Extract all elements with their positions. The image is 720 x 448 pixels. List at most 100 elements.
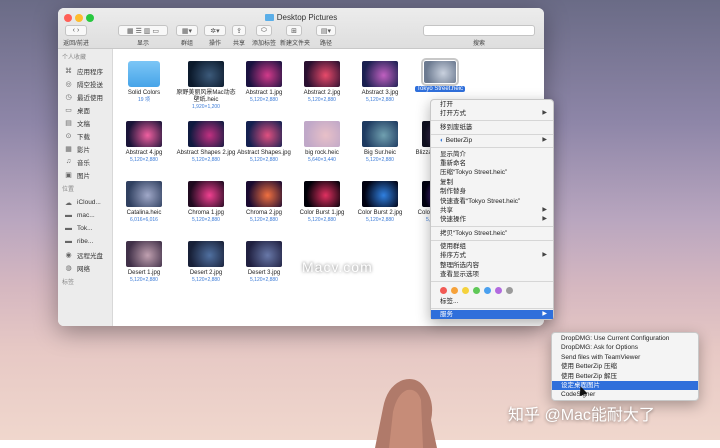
- sidebar-item[interactable]: ▦ 影片: [58, 142, 112, 155]
- context-menu-item[interactable]: 拷贝“Tokyo Street.heic”: [431, 229, 553, 238]
- group-button[interactable]: ▦▾: [176, 25, 198, 36]
- context-menu-item[interactable]: 查看显示选项: [431, 270, 553, 279]
- view-mode-selector[interactable]: ▦ ☰ ▥ ▭: [118, 25, 168, 36]
- services-menu-item[interactable]: 使用 BetterZip 压缩: [552, 362, 698, 371]
- file-item[interactable]: Chroma 2.jpg 5,120×2,880: [233, 181, 295, 223]
- add-tags-button[interactable]: ⬭: [256, 25, 272, 36]
- file-item[interactable]: Color Burst 1.jpg 5,120×2,880: [291, 181, 353, 223]
- file-item[interactable]: Abstract 2.jpg 5,120×2,880: [291, 61, 353, 103]
- context-menu-item[interactable]: 制作替身: [431, 187, 553, 196]
- context-menu-item[interactable]: 移到废纸篓: [431, 123, 553, 132]
- sidebar-item[interactable]: ◍ 网络: [58, 261, 112, 274]
- window-toolbar: Desktop Pictures ‹ › 返回/前进 ▦ ☰ ▥ ▭ 显示 ▦▾…: [58, 8, 544, 49]
- services-submenu: DropDMG: Use Current Configuration DropDM…: [551, 332, 699, 401]
- sidebar-item-label: 网络: [77, 265, 90, 273]
- services-menu-item[interactable]: DropDMG: Use Current Configuration: [552, 334, 698, 343]
- image-thumbnail: [304, 61, 340, 87]
- context-menu-item[interactable]: 打开: [431, 100, 553, 109]
- context-menu-item[interactable]: 快速操作 ▶: [431, 215, 553, 224]
- file-item[interactable]: Catalina.heic 6,016×6,016: [113, 181, 175, 223]
- file-dimensions: 5,120×2,880: [250, 277, 278, 283]
- sidebar-item[interactable]: ▬ ribe...: [58, 235, 112, 248]
- services-menu-item[interactable]: DropDMG: Ask for Options: [552, 343, 698, 352]
- file-item[interactable]: Chroma 1.jpg 5,120×2,880: [175, 181, 237, 223]
- tag-color-dot[interactable]: [495, 286, 502, 294]
- sidebar-item[interactable]: ▭ 桌面: [58, 103, 112, 116]
- sidebar-item-label: 文稿: [77, 120, 90, 128]
- tag-color-dot[interactable]: [506, 286, 513, 294]
- sidebar-item[interactable]: ◉ 远程光盘: [58, 248, 112, 261]
- context-menu-item[interactable]: 标签...: [431, 297, 553, 306]
- file-item[interactable]: Color Burst 2.jpg 5,120×2,880: [349, 181, 411, 223]
- menu-item-label: 显示简介: [440, 150, 466, 158]
- file-item[interactable]: 原野美丽风景Mac动态壁纸.heic 1,920×1,200: [175, 61, 237, 110]
- share-button[interactable]: ⇪: [232, 25, 246, 36]
- path-button[interactable]: ▤▾: [316, 25, 336, 36]
- search-input[interactable]: [423, 25, 535, 36]
- context-menu-item[interactable]: 整理所选内容: [431, 261, 553, 270]
- file-name: big rock.heic: [291, 150, 353, 157]
- file-item[interactable]: Tokyo Street.heic: [409, 58, 471, 93]
- file-item[interactable]: Solid Colors 19 项: [113, 61, 175, 103]
- file-item[interactable]: Desert 3.jpg 5,120×2,880: [233, 241, 295, 283]
- context-menu-item[interactable]: 使用群组: [431, 242, 553, 251]
- context-menu-item[interactable]: 共享 ▶: [431, 206, 553, 215]
- menu-item-label: 使用 BetterZip 解压: [561, 372, 617, 380]
- context-menu-item[interactable]: 重新命名: [431, 159, 553, 168]
- tag-color-dot[interactable]: [484, 286, 491, 294]
- services-menu-item[interactable]: 使用 BetterZip 解压: [552, 372, 698, 381]
- services-menu-item[interactable]: CodeSigner: [552, 390, 698, 399]
- sidebar-item[interactable]: ▬ Tok...: [58, 222, 112, 235]
- sidebar-item[interactable]: ☁ iCloud...: [58, 196, 112, 209]
- tag-color-dot[interactable]: [473, 286, 480, 294]
- download-icon: ⊙: [65, 132, 72, 140]
- list-view-icon: ☰: [135, 27, 142, 35]
- file-item[interactable]: Abstract Shapes 2.jpg 5,120×2,880: [175, 121, 237, 163]
- sidebar-item[interactable]: ◷ 最近使用: [58, 90, 112, 103]
- tag-color-dot[interactable]: [451, 286, 458, 294]
- tag-color-dot[interactable]: [440, 286, 447, 294]
- action-button[interactable]: ✲▾: [204, 25, 226, 36]
- image-thumbnail: [126, 181, 162, 207]
- context-menu-item[interactable]: 复制: [431, 178, 553, 187]
- context-menu-item[interactable]: ◐ BetterZip ▶: [431, 136, 553, 145]
- sidebar-item[interactable]: ◎ 隔空投送: [58, 77, 112, 90]
- sidebar-item[interactable]: ♫ 音乐: [58, 155, 112, 168]
- file-dimensions: 5,120×2,880: [192, 157, 220, 163]
- back-forward-button[interactable]: ‹ ›: [65, 25, 87, 36]
- sidebar-item[interactable]: ⌘ 应用程序: [58, 64, 112, 77]
- sidebar-item[interactable]: ▣ 图片: [58, 168, 112, 181]
- file-item[interactable]: Abstract 4.jpg 5,120×2,880: [113, 121, 175, 163]
- context-menu-item[interactable]: 排序方式 ▶: [431, 251, 553, 260]
- context-menu-item[interactable]: 打开方式 ▶: [431, 109, 553, 118]
- search-label: 搜索: [472, 41, 485, 47]
- menu-item-label: 快速操作: [440, 216, 466, 224]
- file-item[interactable]: Abstract 1.jpg 5,120×2,880: [233, 61, 295, 103]
- sidebar-item[interactable]: ▤ 文稿: [58, 116, 112, 129]
- services-menu-item[interactable]: Send files with TeamViewer: [552, 353, 698, 362]
- file-item[interactable]: big rock.heic 5,640×3,440: [291, 121, 353, 163]
- context-menu-item[interactable]: 显示简介: [431, 150, 553, 159]
- share-icon: ⇪: [236, 27, 242, 35]
- file-item[interactable]: Big Sur.heic 5,120×2,880: [349, 121, 411, 163]
- file-item[interactable]: Abstract 3.jpg 5,120×2,880: [349, 61, 411, 103]
- new-folder-button[interactable]: ⊞: [286, 25, 302, 36]
- file-dimensions: 1,920×1,200: [192, 104, 220, 110]
- context-menu-item[interactable]: 压缩“Tokyo Street.heic”: [431, 168, 553, 177]
- film-icon: ▦: [65, 145, 72, 153]
- file-item[interactable]: Abstract Shapes.jpg 5,120×2,880: [233, 121, 295, 163]
- tag-color-dot[interactable]: [462, 286, 469, 294]
- file-name-text: Abstract 3.jpg: [361, 90, 399, 96]
- services-menu-item[interactable]: 设定桌面图片: [552, 380, 698, 391]
- sidebar-item-label: 图片: [77, 172, 90, 180]
- context-menu-item[interactable]: 服务 ▶: [431, 310, 553, 320]
- file-name: Desert 3.jpg: [233, 270, 295, 277]
- sidebar-item[interactable]: ▬ mac...: [58, 209, 112, 222]
- file-item[interactable]: Desert 2.jpg 5,120×2,880: [175, 241, 237, 283]
- sidebar-item[interactable]: ⊙ 下载: [58, 129, 112, 142]
- submenu-arrow-icon: ▶: [542, 137, 547, 144]
- file-dimensions: 5,120×2,880: [366, 157, 394, 163]
- menu-separator: [431, 133, 553, 135]
- file-item[interactable]: Desert 1.jpg 5,120×2,880: [113, 241, 175, 283]
- context-menu-item[interactable]: 快速查看“Tokyo Street.heic”: [431, 197, 553, 206]
